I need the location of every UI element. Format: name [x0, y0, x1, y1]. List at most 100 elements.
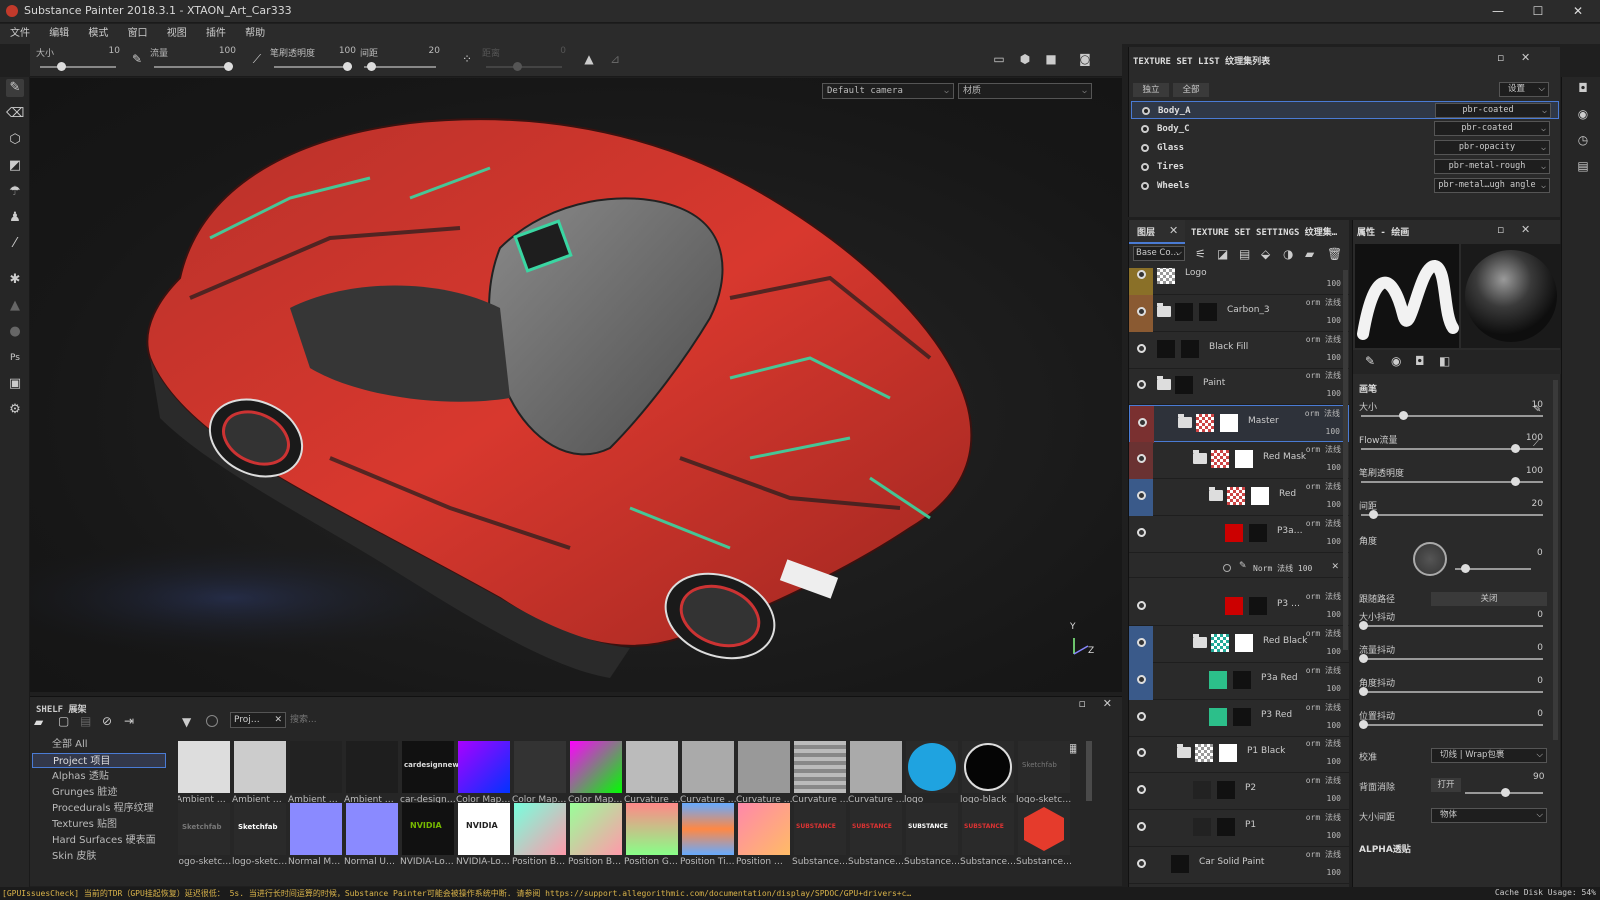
backface-toggle[interactable]: 打开 — [1431, 778, 1461, 792]
visibility-eye-icon[interactable] — [1137, 306, 1146, 316]
tab-all[interactable]: 全部 — [1173, 83, 1209, 97]
brush-tab-icon[interactable]: ✎ — [1365, 354, 1375, 368]
texture-set-row[interactable]: Wheels pbr-metal…ugh angle ⌵ — [1131, 177, 1559, 195]
layer-row[interactable]: P1 orm 法线 100 — [1129, 810, 1349, 847]
undock-icon[interactable]: ▫ — [1079, 697, 1086, 710]
channel-view-select[interactable]: 材质 ⌵ — [958, 83, 1092, 99]
tsl-settings-dropdown[interactable]: 设置 ⌵ — [1499, 82, 1549, 97]
add-layer-icon[interactable]: ▤ — [1239, 247, 1250, 261]
layer-opacity[interactable]: 100 — [1327, 868, 1341, 877]
menu-help[interactable]: 帮助 — [237, 24, 273, 44]
shelf-resource-thumb[interactable]: logo-black — [960, 741, 1014, 805]
layer-row[interactable]: P3 … orm 法线 100 — [1129, 589, 1349, 627]
log-icon[interactable]: ▤ — [1576, 159, 1590, 173]
shelf-resource-thumb[interactable]: Color Map… — [512, 741, 566, 805]
smudge-icon[interactable]: ☂ — [6, 183, 24, 201]
brush-param-slider[interactable]: 大小 10 — [1359, 400, 1549, 430]
symmetry-icon[interactable]: ▲ — [580, 50, 598, 68]
blend-mode[interactable]: orm 法线 — [1306, 444, 1341, 455]
settings-gear-icon[interactable]: ⚙ — [6, 401, 24, 419]
shader-select[interactable]: pbr-metal-rough ⌵ — [1434, 159, 1550, 174]
param-knob[interactable] — [1511, 477, 1520, 486]
undock-icon[interactable]: ▫ — [1497, 223, 1504, 236]
layer-opacity[interactable]: 100 — [1327, 610, 1341, 619]
flow-pressure-icon[interactable]: ⟋ — [248, 50, 266, 68]
shelf-category[interactable]: Procedurals 程序纹理 — [32, 801, 166, 816]
size-space-select[interactable]: 物体 ⌵ — [1431, 808, 1547, 823]
shelf-resource-thumb[interactable]: Curvature … — [624, 741, 681, 805]
layer-opacity[interactable]: 100 — [1327, 279, 1341, 288]
shelf-resource-thumb[interactable]: Substance… SUBSTANCE — [904, 803, 960, 867]
shelf-category[interactable]: Hard Surfaces 硬表面 — [32, 833, 166, 848]
texture-set-row[interactable]: Body_A pbr-coated ⌵ — [1131, 101, 1559, 119]
new-shelf-icon[interactable]: ▢ — [58, 714, 69, 728]
shelf-resource-thumb[interactable]: Position G… — [624, 803, 678, 867]
blend-mode[interactable]: orm 法线 — [1306, 665, 1341, 676]
flow-pressure-icon[interactable]: ⟋ — [1533, 438, 1540, 449]
layer-row[interactable]: Master orm 法线 100 — [1129, 405, 1349, 444]
opacity-knob[interactable] — [342, 62, 352, 71]
shelf-resource-thumb[interactable]: Ambient … — [178, 741, 230, 805]
stencil-tab-icon[interactable]: ◘ — [1415, 354, 1425, 368]
shelf-resource-thumb[interactable]: Normal U… — [344, 803, 398, 867]
blend-mode[interactable]: orm 法线 — [1306, 812, 1341, 823]
eraser-icon[interactable]: ⌫ — [6, 105, 24, 123]
blend-mode[interactable]: orm 法线 — [1306, 297, 1341, 308]
effect-circle-icon[interactable] — [1223, 564, 1231, 573]
2d-view-icon[interactable]: ▭ — [990, 50, 1008, 68]
tab-solo[interactable]: 独立 — [1133, 83, 1169, 97]
jitter-knob[interactable] — [1359, 654, 1368, 663]
3d-viewport[interactable]: Y Z Default camera ⌵ 材质 ⌵ — [30, 78, 1122, 692]
display-settings-icon[interactable]: ◉ — [1576, 107, 1590, 121]
blend-mode[interactable]: orm 法线 — [1306, 370, 1341, 381]
layer-row[interactable]: P3a Red orm 法线 100 — [1129, 662, 1349, 700]
visibility-eye-icon[interactable] — [1137, 674, 1146, 684]
menu-mode[interactable]: 模式 — [80, 24, 116, 44]
jitter-slider[interactable]: 位置抖动 0 — [1359, 709, 1549, 739]
maximize-button[interactable]: ☐ — [1518, 1, 1558, 23]
color-picker-icon[interactable]: ⁄ — [6, 235, 24, 253]
shelf-resource-thumb[interactable]: logo-sketc… Sketchfab — [1016, 741, 1071, 805]
layer-opacity[interactable]: 100 — [1326, 427, 1340, 436]
shelf-resource-thumb[interactable]: Ambient … — [344, 741, 398, 805]
polygon-fill-icon[interactable]: ◩ — [6, 157, 24, 175]
add-smart-mask-icon[interactable]: ◑ — [1283, 247, 1293, 261]
shelf-resource-thumb[interactable]: Position B… — [568, 803, 622, 867]
jitter-slider[interactable]: 角度抖动 0 — [1359, 676, 1549, 706]
close-icon[interactable]: ✕ — [274, 713, 282, 727]
layer-opacity[interactable]: 100 — [1327, 353, 1341, 362]
shelf-resource-thumb[interactable]: Ambient … — [288, 741, 342, 805]
follow-path-toggle[interactable]: 关闭 — [1431, 592, 1547, 606]
layer-row[interactable]: Black Fill orm 法线 100 — [1129, 332, 1349, 369]
blend-mode[interactable]: orm 法线 — [1306, 628, 1341, 639]
layer-opacity[interactable]: 100 — [1327, 389, 1341, 398]
menu-plugins[interactable]: 插件 — [198, 24, 234, 44]
car-model-render[interactable] — [30, 78, 1122, 692]
camera-select[interactable]: Default camera ⌵ — [822, 83, 954, 99]
bake-icon[interactable]: ▲ — [6, 297, 24, 315]
shelf-resource-thumb[interactable]: Substance… SUBSTANCE — [960, 803, 1016, 867]
shader-select[interactable]: pbr-coated ⌵ — [1434, 121, 1550, 136]
layers-scrollbar[interactable] — [1343, 270, 1348, 650]
visibility-eye-icon[interactable] — [1142, 107, 1150, 115]
shelf-resource-thumb[interactable]: Curvature … — [680, 741, 737, 805]
angle-dial[interactable] — [1413, 542, 1447, 576]
shelf-category[interactable]: Textures 贴图 — [32, 817, 166, 832]
camera-settings-icon[interactable]: ◘ — [1576, 81, 1590, 95]
layer-opacity[interactable]: 100 — [1327, 721, 1341, 730]
visibility-eye-icon[interactable] — [1137, 343, 1146, 353]
shelf-resource-thumb[interactable]: logo-sketc… Sketchfab — [178, 803, 231, 867]
history-icon[interactable]: ◷ — [1576, 133, 1590, 147]
blend-mode[interactable]: orm 法线 — [1306, 518, 1341, 529]
visibility-eye-icon[interactable] — [1137, 822, 1146, 831]
texture-set-row[interactable]: Tires pbr-metal-rough ⌵ — [1131, 158, 1559, 176]
shelf-resource-thumb[interactable]: logo — [904, 741, 958, 805]
visibility-eye-icon[interactable] — [1137, 711, 1146, 721]
camera-icon[interactable]: ■ — [1042, 50, 1060, 68]
layer-row[interactable]: P3a… orm 法线 100 — [1129, 516, 1349, 553]
blend-mode[interactable]: orm 法线 — [1305, 408, 1340, 419]
toolbar-flow-slider[interactable]: 流量 100 — [150, 44, 236, 76]
paint-brush-icon[interactable]: ✎ — [6, 79, 24, 97]
brush-pressure-icon[interactable]: ✎ — [128, 50, 146, 68]
toolbar-opacity-slider[interactable]: 笔刷透明度 100 — [270, 44, 356, 76]
